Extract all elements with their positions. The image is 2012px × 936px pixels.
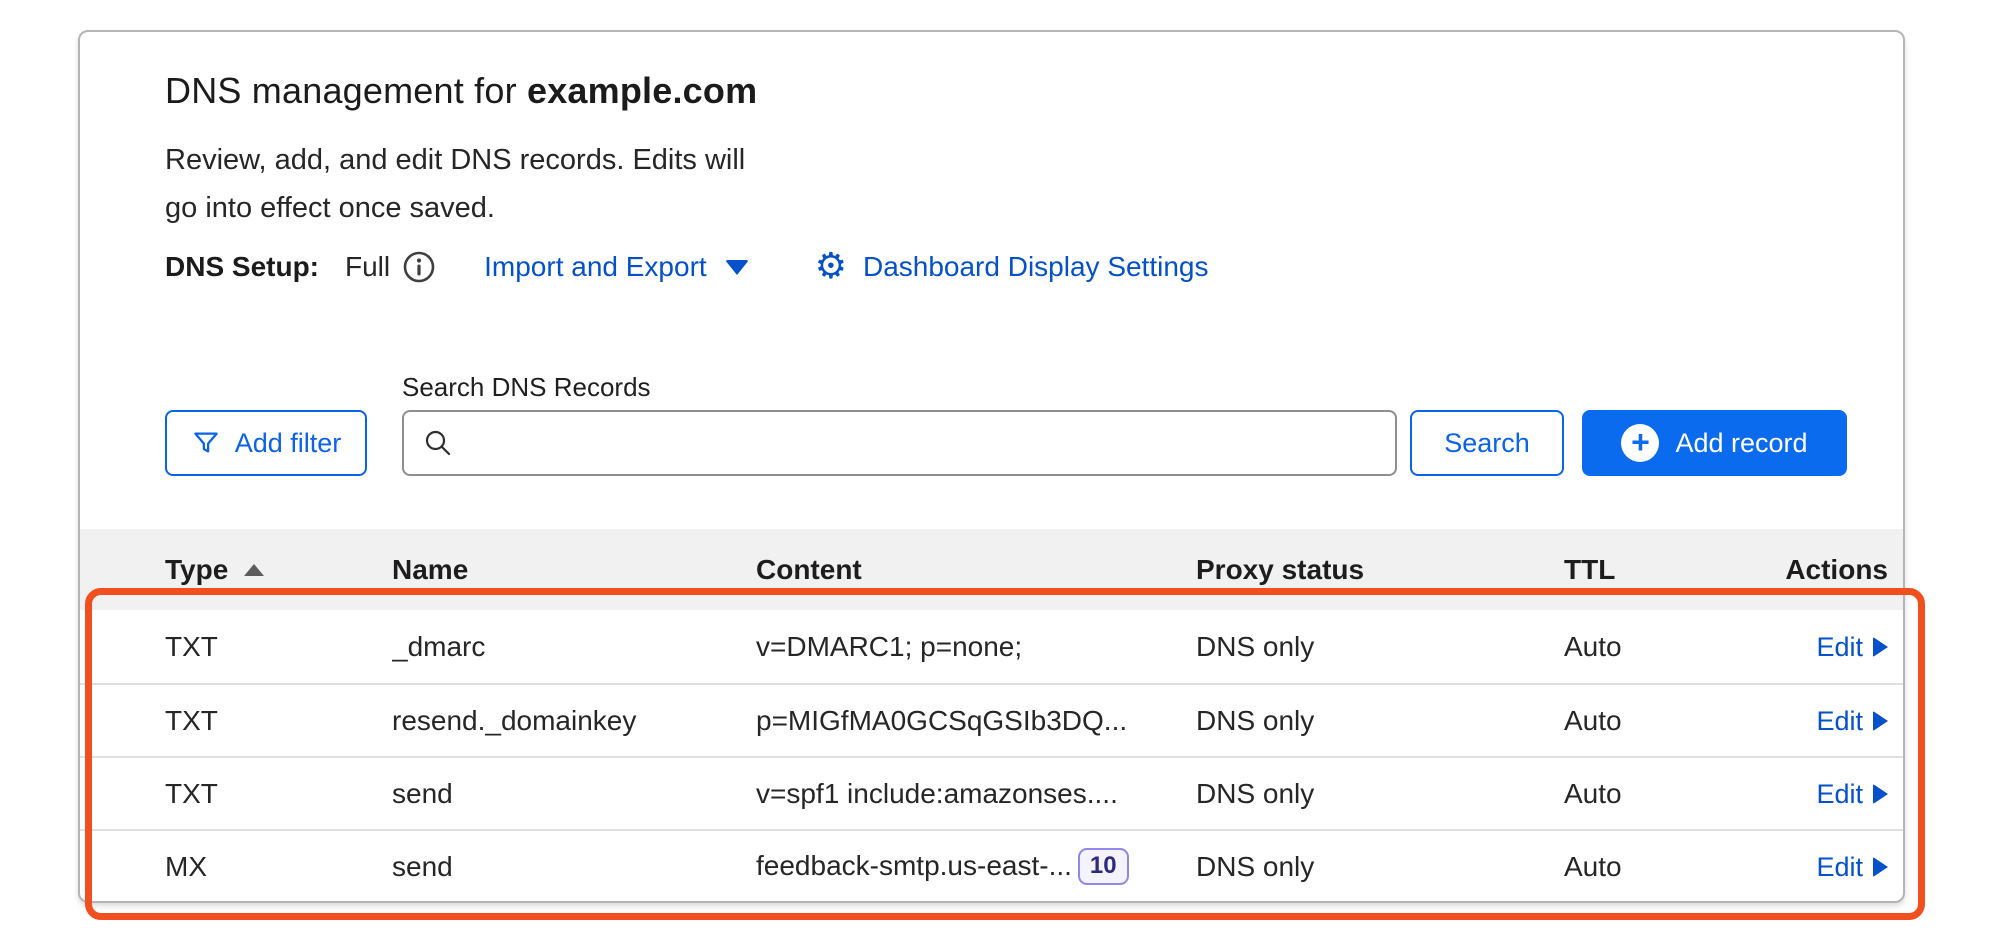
cell-content-text: v=DMARC1; p=none;: [756, 631, 1022, 663]
cell-proxy-status: DNS only: [1196, 705, 1564, 737]
table-header-row: Type Name Content Proxy status TTL Actio…: [80, 529, 1903, 610]
cell-actions: Edit: [1740, 705, 1888, 737]
search-button-label: Search: [1444, 428, 1530, 459]
cell-type: TXT: [165, 778, 392, 810]
edit-link[interactable]: Edit: [1816, 632, 1888, 663]
cell-ttl: Auto: [1564, 778, 1740, 810]
search-input[interactable]: [466, 427, 1377, 460]
edit-caret-icon: [1873, 637, 1888, 657]
cell-name: _dmarc: [392, 631, 756, 663]
cell-name: send: [392, 778, 756, 810]
sort-ascending-icon: [244, 564, 264, 576]
add-filter-label: Add filter: [235, 428, 342, 459]
cell-ttl: Auto: [1564, 631, 1740, 663]
page-title: DNS management for example.com: [165, 70, 757, 112]
dns-setup-row: DNS Setup: Full Import and Export ⚙ Dash…: [165, 246, 1208, 288]
cell-actions: Edit: [1740, 631, 1888, 663]
cell-proxy-status: DNS only: [1196, 631, 1564, 663]
edit-link-label: Edit: [1816, 852, 1863, 883]
cell-content-text: p=MIGfMA0GCSqGSIb3DQ...: [756, 705, 1127, 737]
column-header-proxy-status: Proxy status: [1196, 554, 1564, 586]
page-title-text: DNS management for: [165, 70, 527, 111]
column-header-type[interactable]: Type: [165, 554, 392, 586]
page-subtitle: Review, add, and edit DNS records. Edits…: [165, 136, 745, 232]
table-row: MX send feedback-smtp.us-east-... 10 DNS…: [80, 829, 1903, 902]
edit-caret-icon: [1873, 857, 1888, 877]
column-header-ttl: TTL: [1564, 554, 1740, 586]
cell-type: TXT: [165, 705, 392, 737]
search-button[interactable]: Search: [1410, 410, 1564, 476]
column-header-actions: Actions: [1740, 554, 1888, 586]
info-circle-icon[interactable]: [402, 250, 436, 284]
dashboard-display-settings-link[interactable]: Dashboard Display Settings: [863, 251, 1209, 283]
filter-funnel-icon: [191, 428, 221, 458]
priority-badge: 10: [1078, 848, 1129, 884]
cell-ttl: Auto: [1564, 705, 1740, 737]
cell-actions: Edit: [1740, 851, 1888, 883]
edit-link[interactable]: Edit: [1816, 852, 1888, 883]
search-input-wrapper: [402, 410, 1397, 476]
import-export-dropdown[interactable]: Import and Export: [484, 251, 749, 283]
edit-link-label: Edit: [1816, 632, 1863, 663]
import-export-label: Import and Export: [484, 251, 707, 283]
dns-records-table: Type Name Content Proxy status TTL Actio…: [80, 529, 1903, 902]
add-record-label: Add record: [1675, 428, 1807, 459]
cell-actions: Edit: [1740, 778, 1888, 810]
subtitle-line-1: Review, add, and edit DNS records. Edits…: [165, 136, 745, 184]
dns-setup-label: DNS Setup:: [165, 251, 319, 283]
add-record-button[interactable]: + Add record: [1582, 410, 1847, 476]
cell-proxy-status: DNS only: [1196, 851, 1564, 883]
edit-link[interactable]: Edit: [1816, 706, 1888, 737]
table-row: TXT _dmarc v=DMARC1; p=none; DNS only Au…: [80, 610, 1903, 683]
cell-content: v=DMARC1; p=none;: [756, 631, 1196, 663]
cell-type: MX: [165, 851, 392, 883]
table-row: TXT resend._domainkey p=MIGfMA0GCSqGSIb3…: [80, 683, 1903, 756]
gear-icon: ⚙: [815, 249, 847, 285]
column-header-type-label: Type: [165, 554, 228, 586]
cell-type: TXT: [165, 631, 392, 663]
edit-link-label: Edit: [1816, 779, 1863, 810]
cell-proxy-status: DNS only: [1196, 778, 1564, 810]
add-filter-button[interactable]: Add filter: [165, 410, 367, 476]
search-field-label: Search DNS Records: [402, 372, 651, 403]
column-header-content: Content: [756, 554, 1196, 586]
table-body: TXT _dmarc v=DMARC1; p=none; DNS only Au…: [80, 610, 1903, 902]
cell-content: v=spf1 include:amazonses....: [756, 778, 1196, 810]
edit-caret-icon: [1873, 784, 1888, 804]
plus-circle-icon: +: [1621, 424, 1659, 462]
chevron-down-icon: [725, 260, 749, 275]
cell-content: p=MIGfMA0GCSqGSIb3DQ...: [756, 705, 1196, 737]
table-row: TXT send v=spf1 include:amazonses.... DN…: [80, 756, 1903, 829]
page-title-domain: example.com: [527, 70, 757, 111]
edit-link-label: Edit: [1816, 706, 1863, 737]
dns-management-card: DNS management for example.com Review, a…: [78, 30, 1905, 903]
cell-name: send: [392, 851, 756, 883]
cell-content-text: v=spf1 include:amazonses....: [756, 778, 1118, 810]
column-header-name: Name: [392, 554, 756, 586]
cell-content-text: feedback-smtp.us-east-...: [756, 850, 1072, 882]
dns-setup-value: Full: [345, 251, 390, 283]
cell-name: resend._domainkey: [392, 705, 756, 737]
search-icon: [422, 427, 454, 459]
edit-caret-icon: [1873, 711, 1888, 731]
cell-content: feedback-smtp.us-east-... 10: [756, 848, 1196, 884]
edit-link[interactable]: Edit: [1816, 779, 1888, 810]
cell-ttl: Auto: [1564, 851, 1740, 883]
subtitle-line-2: go into effect once saved.: [165, 184, 745, 232]
